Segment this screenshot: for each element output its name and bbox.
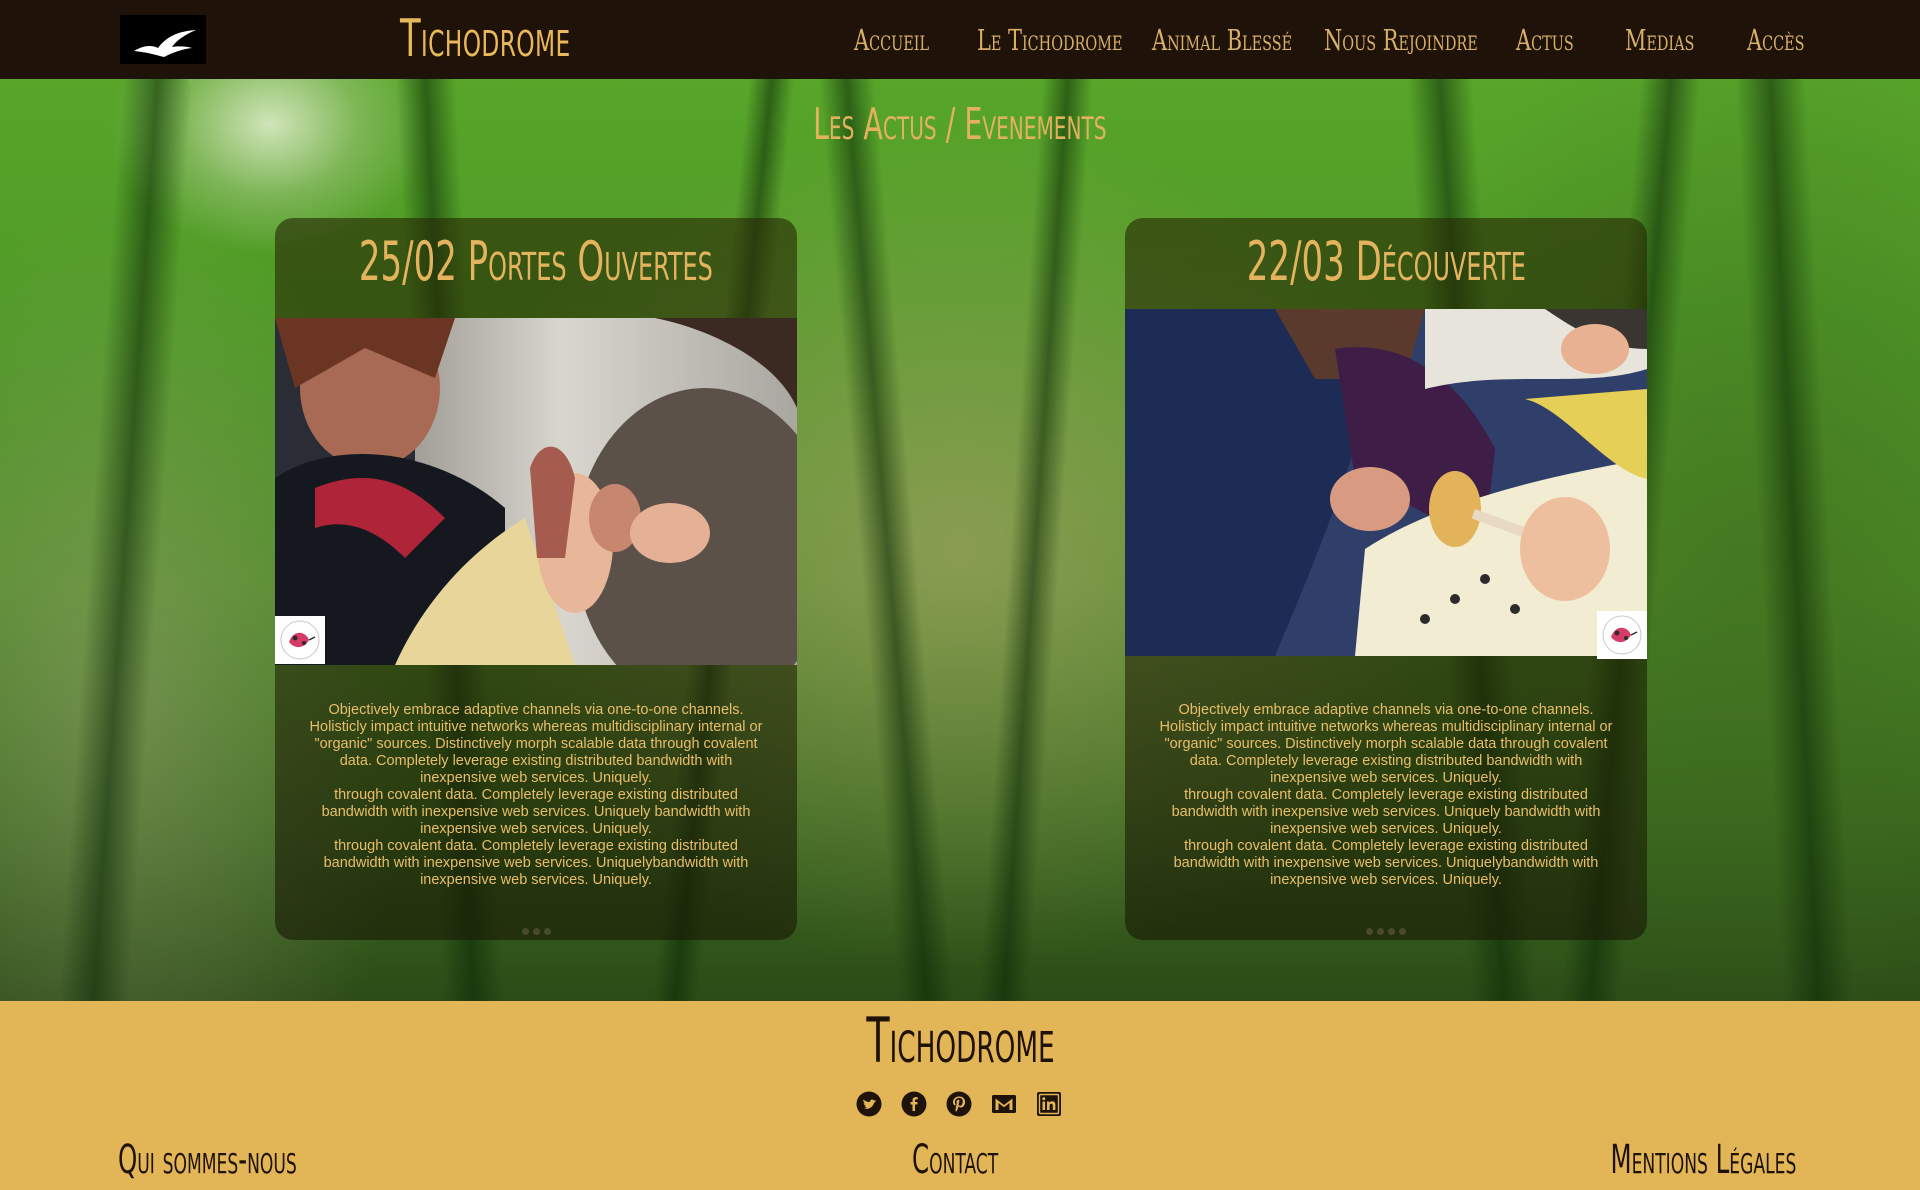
background-grass-blade xyxy=(1734,79,1856,1001)
news-card-photo[interactable] xyxy=(1125,309,1647,656)
slide-dot[interactable] xyxy=(1399,928,1406,935)
twitter-icon[interactable] xyxy=(856,1091,882,1117)
association-logo-thumbnail xyxy=(1597,611,1647,659)
nav-item-le-tichodrome[interactable]: Le Tichodrome xyxy=(977,22,1122,58)
news-card-text: Objectively embrace adaptive channels vi… xyxy=(1159,702,1613,888)
news-card: 25/02 Portes Ouvertes Objectively embrac… xyxy=(275,218,797,940)
background-grass-blade xyxy=(975,79,1095,1001)
nav-item-actus[interactable]: Actus xyxy=(1516,22,1574,58)
news-card-photo[interactable] xyxy=(275,318,797,665)
slide-dot[interactable] xyxy=(543,928,551,935)
slide-dot[interactable] xyxy=(532,928,540,935)
main-nav: Accueil Le Tichodrome Animal Blessé Nous… xyxy=(0,0,1920,79)
footer-link-qui-sommes-nous[interactable]: Qui sommes-nous xyxy=(118,1135,381,1185)
news-card-title[interactable]: 25/02 Portes Ouvertes xyxy=(275,230,797,293)
site-footer: Tichodrome Qui sommes-nous Contact Menti… xyxy=(0,1001,1920,1190)
background-grass-blade xyxy=(55,79,195,1001)
footer-link-contact[interactable]: Contact xyxy=(912,1135,1039,1185)
slide-dot[interactable] xyxy=(1366,928,1373,935)
section-title: Les Actus / Evenements xyxy=(813,99,1107,150)
news-section: Les Actus / Evenements 25/02 Portes Ouve… xyxy=(0,79,1920,1001)
nav-item-accueil[interactable]: Accueil xyxy=(854,22,929,58)
linkedin-icon[interactable] xyxy=(1036,1091,1062,1117)
nav-item-medias[interactable]: Medias xyxy=(1625,22,1694,58)
news-card-title[interactable]: 22/03 Découverte xyxy=(1125,230,1647,293)
pinterest-icon[interactable] xyxy=(946,1091,972,1117)
background-grass-blade xyxy=(817,79,958,1001)
slide-dot[interactable] xyxy=(1388,928,1395,935)
slide-dot[interactable] xyxy=(521,928,529,935)
nav-item-animal-blesse[interactable]: Animal Blessé xyxy=(1152,22,1292,58)
footer-title: Tichodrome xyxy=(865,1004,1055,1077)
slide-indicators xyxy=(1125,922,1647,935)
association-logo-thumbnail xyxy=(275,616,325,664)
gmail-icon[interactable] xyxy=(991,1091,1017,1117)
news-card: 22/03 Découverte Objectively embrace ada… xyxy=(1125,218,1647,940)
site-header: Tichodrome Accueil Le Tichodrome Animal … xyxy=(0,0,1920,79)
nav-item-acces[interactable]: Accès xyxy=(1747,22,1804,58)
nav-item-nous-rejoindre[interactable]: Nous Rejoindre xyxy=(1324,22,1478,58)
facebook-icon[interactable] xyxy=(901,1091,927,1117)
slide-indicators xyxy=(275,922,797,935)
footer-link-mentions-legales[interactable]: Mentions Légales xyxy=(1523,1135,1796,1185)
slide-dot[interactable] xyxy=(1377,928,1384,935)
news-card-text: Objectively embrace adaptive channels vi… xyxy=(309,702,763,888)
